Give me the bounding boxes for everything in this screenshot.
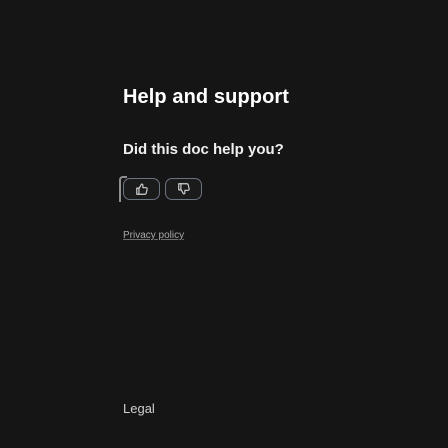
thumbs-down-button[interactable] — [165, 178, 202, 200]
thumbs-down-icon — [177, 183, 190, 195]
legal-link[interactable]: Legal — [123, 401, 155, 416]
help-title: Help and support — [123, 86, 290, 108]
thumbs-up-button[interactable] — [123, 178, 160, 200]
feedback-question: Did this doc help you? — [123, 141, 284, 158]
privacy-policy-link[interactable]: Privacy policy — [123, 230, 184, 241]
feedback-buttons — [123, 178, 202, 200]
help-panel: Help and support Did this doc help you? … — [0, 0, 448, 448]
thumbs-up-icon — [135, 183, 148, 195]
